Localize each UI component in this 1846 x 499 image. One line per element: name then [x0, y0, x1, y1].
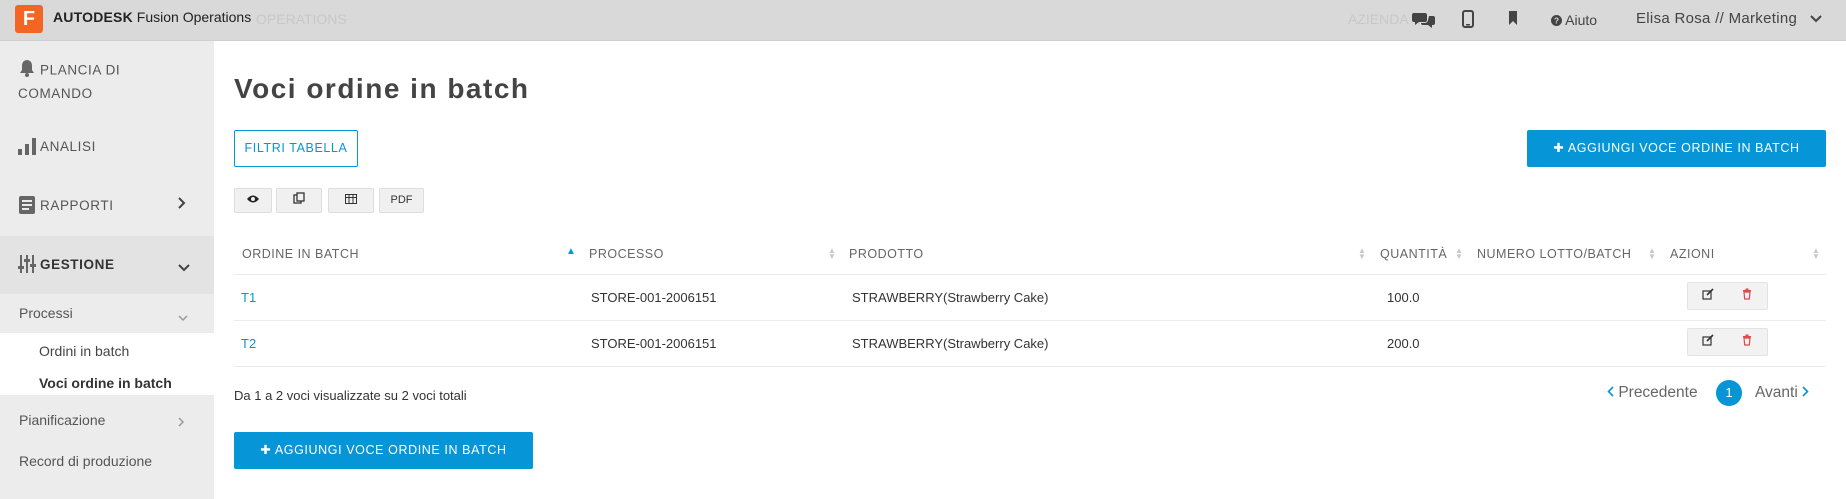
- table-info: Da 1 a 2 voci visualizzate su 2 voci tot…: [234, 388, 467, 403]
- column-header-ordine[interactable]: ORDINE IN BATCH: [242, 247, 359, 261]
- divider: [234, 366, 1826, 367]
- sort-icon[interactable]: ▲ ▼: [1455, 247, 1463, 261]
- app-logo[interactable]: F: [15, 5, 43, 33]
- sort-icon[interactable]: ▲ ▼: [1358, 247, 1366, 261]
- pagination-next[interactable]: Avanti: [1755, 384, 1809, 402]
- sidebar-item-pianificazione[interactable]: Pianificazione: [19, 412, 105, 428]
- sidebar-item-plancia[interactable]: PLANCIA DI COMANDO: [18, 59, 120, 104]
- chat-icon[interactable]: [1412, 10, 1436, 35]
- plus-icon: ✚: [260, 443, 272, 457]
- sort-icon[interactable]: ▲ ▼: [1812, 247, 1820, 261]
- table-filters-button[interactable]: FILTRI TABELLA: [234, 130, 358, 167]
- pdf-export-button[interactable]: PDF: [379, 188, 424, 213]
- copy-button[interactable]: [276, 188, 322, 213]
- sort-icon[interactable]: ▲ ▼: [828, 247, 836, 261]
- document-icon: [18, 195, 36, 218]
- quantity-cell: 100.0: [1387, 290, 1420, 305]
- table-icon: [345, 194, 357, 206]
- chevron-down-icon: [178, 309, 188, 325]
- column-header-azioni[interactable]: AZIONI: [1670, 247, 1715, 261]
- chevron-down-icon: [1802, 10, 1822, 27]
- question-circle-icon: ?: [1551, 12, 1565, 28]
- user-menu[interactable]: Elisa Rosa // Marketing: [1636, 10, 1822, 27]
- column-header-processo[interactable]: PROCESSO: [589, 247, 664, 261]
- batch-order-link[interactable]: T1: [241, 290, 256, 305]
- divider: [234, 320, 1826, 321]
- mobile-icon[interactable]: [1462, 10, 1474, 33]
- pagination-previous[interactable]: Precedente: [1607, 384, 1698, 402]
- sidebar-item-gestione[interactable]: GESTIONE: [18, 254, 115, 277]
- row-actions: [1687, 282, 1768, 310]
- edit-icon[interactable]: [1702, 288, 1714, 303]
- chevron-down-icon: [178, 259, 190, 275]
- top-bar: F AUTODESK Fusion Operations OPERATIONS …: [0, 0, 1846, 41]
- csv-export-button[interactable]: [328, 188, 374, 213]
- help-link[interactable]: ? Aiuto: [1551, 12, 1597, 28]
- chevron-right-icon: [178, 414, 185, 430]
- bookmark-icon[interactable]: [1508, 10, 1518, 31]
- bell-icon: [18, 59, 36, 83]
- plus-icon: ✚: [1553, 141, 1565, 155]
- column-header-numero-lotto[interactable]: NUMERO LOTTO/BATCH: [1477, 247, 1631, 261]
- add-batch-order-item-button-top[interactable]: ✚ AGGIUNGI VOCE ORDINE IN BATCH: [1527, 130, 1826, 167]
- divider: [234, 274, 1826, 275]
- process-cell: STORE-001-2006151: [591, 290, 717, 305]
- copy-icon: [293, 192, 305, 206]
- sidebar: PLANCIA DI COMANDO ANALISI RAPPORTI GEST…: [0, 41, 214, 499]
- sidebar-item-record-di-produzione[interactable]: Record di produzione: [19, 453, 152, 469]
- pagination-page[interactable]: 1: [1716, 380, 1742, 406]
- svg-text:?: ?: [1554, 17, 1559, 26]
- brand-name: AUTODESK Fusion Operations: [53, 9, 252, 25]
- delete-icon[interactable]: [1742, 288, 1752, 303]
- batch-order-link[interactable]: T2: [241, 336, 256, 351]
- column-header-prodotto[interactable]: PRODOTTO: [849, 247, 924, 261]
- sort-ascending-icon[interactable]: ▲: [566, 246, 576, 257]
- faded-company-text: AZIENDA: [1348, 11, 1409, 27]
- chevron-left-icon: [1607, 384, 1618, 401]
- sidebar-item-ordini-in-batch[interactable]: Ordini in batch: [39, 343, 129, 359]
- chevron-right-icon: [1802, 384, 1809, 401]
- sidebar-item-voci-ordine-in-batch[interactable]: Voci ordine in batch: [39, 375, 172, 391]
- eye-icon: [246, 194, 260, 206]
- sidebar-item-rapporti[interactable]: RAPPORTI: [18, 195, 114, 218]
- sliders-icon: [18, 254, 36, 277]
- edit-icon[interactable]: [1702, 334, 1714, 349]
- product-cell: STRAWBERRY(Strawberry Cake): [852, 290, 1049, 305]
- column-visibility-button[interactable]: [234, 188, 272, 213]
- chevron-right-icon: [178, 196, 186, 212]
- sidebar-item-analisi[interactable]: ANALISI: [18, 137, 96, 158]
- page-title: Voci ordine in batch: [234, 73, 530, 104]
- product-cell: STRAWBERRY(Strawberry Cake): [852, 336, 1049, 351]
- delete-icon[interactable]: [1742, 334, 1752, 349]
- column-header-quantita[interactable]: QUANTITÀ: [1380, 247, 1447, 261]
- faded-nav-text: OPERATIONS: [256, 11, 347, 27]
- sort-icon[interactable]: ▲ ▼: [1648, 247, 1656, 261]
- sidebar-item-processi[interactable]: Processi: [19, 305, 73, 321]
- process-cell: STORE-001-2006151: [591, 336, 717, 351]
- quantity-cell: 200.0: [1387, 336, 1420, 351]
- row-actions: [1687, 328, 1768, 356]
- add-batch-order-item-button-bottom[interactable]: ✚ AGGIUNGI VOCE ORDINE IN BATCH: [234, 432, 533, 469]
- bar-chart-icon: [18, 137, 36, 158]
